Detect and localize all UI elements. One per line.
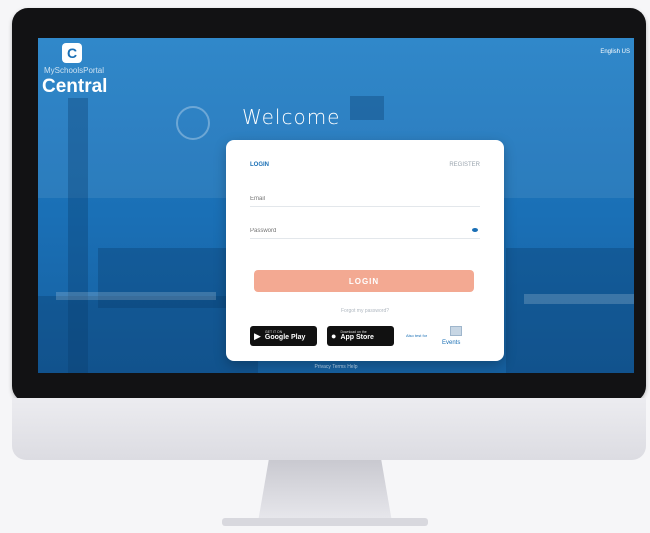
desk-front-left-shape — [38, 296, 258, 373]
app-store-button[interactable]: ● Download on the App Store — [327, 326, 394, 346]
monitor-chin — [12, 398, 646, 460]
google-play-icon: ▶ — [254, 330, 261, 341]
desk-right-top — [524, 294, 634, 304]
apple-icon: ● — [331, 331, 337, 341]
also-available-text: Also test for — [406, 333, 428, 338]
desk-right-shape — [506, 248, 634, 373]
tab-register[interactable]: REGISTER — [449, 162, 480, 168]
clock-icon — [176, 106, 210, 140]
projector-shape — [350, 96, 384, 120]
brand-subtitle: MySchoolsPortal — [44, 66, 105, 75]
eye-icon[interactable] — [472, 228, 478, 232]
monitor-stand-base — [222, 518, 428, 526]
email-field[interactable] — [250, 192, 480, 207]
login-button[interactable]: LOGIN — [254, 270, 474, 292]
logo-icon[interactable]: C — [62, 43, 82, 63]
google-play-label: Google Play — [264, 334, 306, 342]
tab-login[interactable]: LOGIN — [250, 162, 269, 168]
password-field[interactable] — [250, 224, 480, 239]
login-card: LOGIN REGISTER LOGIN Forgot my password?… — [226, 140, 504, 361]
monitor-stand — [258, 460, 392, 522]
app-store-label: App Store — [340, 334, 374, 342]
forgot-password-link[interactable]: Forgot my password? — [226, 308, 504, 314]
brand-name: Central — [42, 76, 108, 97]
windows-icon[interactable] — [450, 326, 462, 336]
welcome-heading: Welcome — [242, 105, 341, 129]
windows-label[interactable]: Events — [442, 340, 460, 346]
desk-left-top — [56, 292, 216, 300]
language-selector[interactable]: English US — [600, 49, 630, 55]
google-play-button[interactable]: ▶ GET IT ON Google Play — [250, 326, 317, 346]
footer-links[interactable]: Privacy Terms Help — [38, 364, 634, 370]
screen: C MySchoolsPortal Central English US Wel… — [38, 38, 634, 373]
